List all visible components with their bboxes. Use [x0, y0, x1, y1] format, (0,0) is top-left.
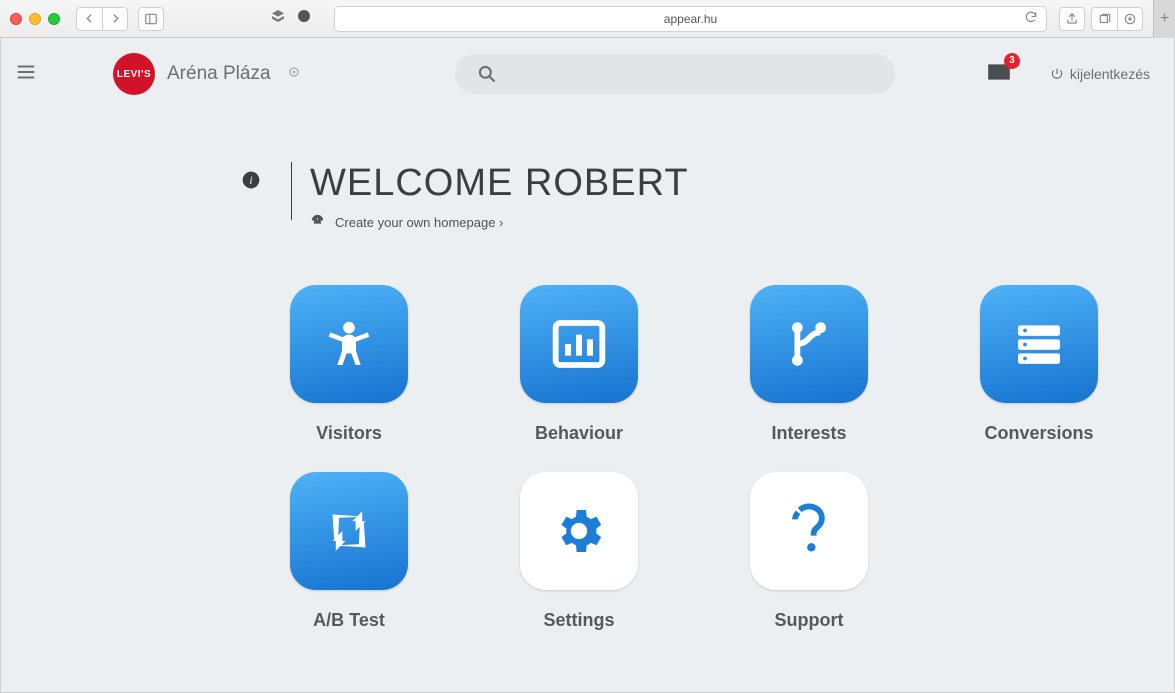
divider	[291, 162, 292, 220]
tile-grid: Visitors Behaviour Interests Conversions	[269, 285, 1174, 631]
reload-icon[interactable]	[1024, 10, 1038, 27]
dashboard-icon	[310, 213, 325, 231]
abtest-icon	[290, 472, 408, 590]
svg-text:i: i	[249, 174, 252, 187]
new-tab-button[interactable]: +	[1153, 0, 1175, 38]
nav-buttons	[76, 7, 128, 31]
app-topbar: LEVI'S Aréna Pláza 3 kijelentkezés	[1, 38, 1174, 110]
brand-logo: LEVI'S	[113, 53, 155, 95]
welcome-section: i WELCOME ROBERT Create your own homepag…	[241, 162, 1174, 231]
visitors-icon	[290, 285, 408, 403]
sidebar-toggle-button[interactable]	[138, 7, 164, 31]
tile-settings[interactable]: Settings	[499, 472, 659, 631]
power-icon	[1050, 67, 1064, 81]
brand-name: Aréna Pláza	[167, 63, 271, 85]
menu-icon[interactable]	[15, 61, 37, 88]
fullscreen-window-button[interactable]	[48, 13, 60, 25]
notifications-button[interactable]: 3	[986, 59, 1012, 90]
settings-icon	[520, 472, 638, 590]
brand[interactable]: LEVI'S Aréna Pláza	[113, 53, 301, 95]
create-homepage-link[interactable]: Create your own homepage ›	[335, 215, 503, 230]
forward-button[interactable]	[102, 7, 128, 31]
tabs-button[interactable]	[1091, 7, 1117, 31]
tile-interests[interactable]: Interests	[729, 285, 889, 444]
behaviour-icon	[520, 285, 638, 403]
app-body: LEVI'S Aréna Pláza 3 kijelentkezés i	[0, 38, 1175, 693]
extension-icons	[270, 8, 312, 29]
extension-icon-2[interactable]	[296, 8, 312, 29]
tile-label: Interests	[771, 423, 846, 444]
interests-icon	[750, 285, 868, 403]
tile-behaviour[interactable]: Behaviour	[499, 285, 659, 444]
browser-chrome: appear.hu +	[0, 0, 1175, 38]
tile-label: Settings	[543, 610, 614, 631]
conversions-icon	[980, 285, 1098, 403]
window-controls	[10, 13, 60, 25]
main-content: i WELCOME ROBERT Create your own homepag…	[1, 110, 1174, 692]
page-title: WELCOME ROBERT	[310, 162, 689, 205]
back-button[interactable]	[76, 7, 102, 31]
tile-conversions[interactable]: Conversions	[959, 285, 1119, 444]
search-input[interactable]	[455, 54, 895, 94]
tile-label: Behaviour	[535, 423, 623, 444]
tile-abtest[interactable]: A/B Test	[269, 472, 429, 631]
extension-icon-1[interactable]	[270, 8, 286, 29]
tile-label: Support	[775, 610, 844, 631]
brand-selector-icon[interactable]	[287, 65, 301, 84]
info-icon[interactable]: i	[241, 162, 291, 195]
tile-label: Visitors	[316, 423, 382, 444]
close-window-button[interactable]	[10, 13, 22, 25]
minimize-window-button[interactable]	[29, 13, 41, 25]
tile-label: Conversions	[984, 423, 1093, 444]
support-icon	[750, 472, 868, 590]
logout-label: kijelentkezés	[1070, 66, 1150, 82]
share-button[interactable]	[1059, 7, 1085, 31]
logout-link[interactable]: kijelentkezés	[1050, 66, 1150, 82]
downloads-button[interactable]	[1117, 7, 1143, 31]
address-bar[interactable]: appear.hu	[334, 6, 1047, 32]
tile-support[interactable]: Support	[729, 472, 889, 631]
notification-badge: 3	[1004, 53, 1020, 69]
logo-text: LEVI'S	[117, 69, 151, 80]
url-text: appear.hu	[664, 12, 717, 26]
tile-visitors[interactable]: Visitors	[269, 285, 429, 444]
search-icon	[477, 64, 497, 84]
tile-label: A/B Test	[313, 610, 385, 631]
